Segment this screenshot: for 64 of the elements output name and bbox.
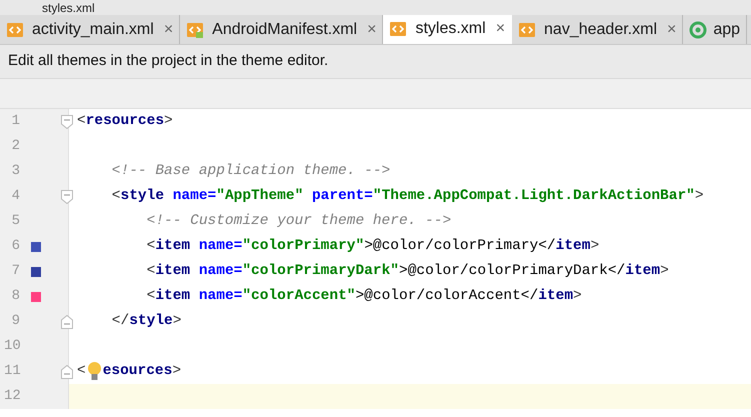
code-token: "colorPrimaryDark" (242, 262, 399, 281)
line-number: 6 (10, 237, 20, 256)
code-token: resources (86, 112, 164, 131)
code-token: parent= (310, 186, 373, 206)
code-token: name= (198, 286, 242, 306)
fold-marker-icon[interactable] (61, 364, 73, 378)
code-token: >@color/colorPrimary</ (364, 236, 556, 256)
code-token: item (155, 236, 190, 256)
code-token: < (146, 236, 156, 256)
line-number: 11 (4, 362, 20, 381)
fold-marker-icon[interactable] (61, 190, 73, 204)
code-token: > (660, 262, 669, 281)
code-token: < (110, 186, 121, 206)
code-token: < (146, 262, 156, 281)
line-number: 5 (10, 212, 20, 231)
code-token: >@color/colorAccent</ (355, 286, 538, 306)
code-comment: <!-- Customize your theme here. --> (146, 212, 452, 231)
breadcrumb[interactable]: styles.xml (42, 0, 95, 14)
editor-tab[interactable]: styles.xml × (383, 15, 512, 44)
line-number: 1 (10, 112, 20, 131)
code-token: "AppTheme" (216, 186, 304, 206)
code-token: > (694, 186, 704, 206)
lightbulb-icon[interactable] (86, 360, 103, 382)
close-icon[interactable]: × (667, 18, 676, 42)
code-token: > (164, 112, 173, 131)
line-number: 7 (10, 262, 20, 281)
code-token: item (155, 262, 190, 281)
line-number: 2 (10, 137, 20, 156)
code-token: esources (102, 362, 172, 381)
code-token: < (146, 286, 156, 306)
line-number: 10 (4, 337, 20, 356)
code-token: name= (172, 186, 216, 206)
code-token: > (172, 312, 182, 331)
code-comment: <!-- Base application theme. --> (110, 162, 390, 181)
line-number: 3 (10, 162, 20, 181)
fold-marker-icon[interactable] (61, 114, 73, 128)
code-token: > (172, 362, 182, 381)
close-icon[interactable]: × (496, 16, 506, 40)
code-token: > (590, 236, 600, 256)
code-token: > (573, 286, 582, 306)
code-token: style (129, 312, 173, 331)
code-token: name= (198, 236, 242, 256)
line-number: 4 (10, 187, 20, 206)
code-token: name= (198, 262, 242, 281)
fold-marker-icon[interactable] (61, 314, 73, 328)
code-token: < (77, 362, 86, 381)
line-number: 12 (4, 387, 20, 406)
code-token: "Theme.AppCompat.Light.DarkActionBar" (372, 186, 695, 206)
line-number: 9 (10, 312, 20, 331)
code-token: </ (110, 312, 130, 331)
code-token: >@color/colorPrimaryDark</ (399, 262, 626, 281)
code-token: item (556, 236, 590, 256)
module-icon (689, 20, 708, 38)
line-number: 8 (10, 287, 20, 306)
code-token: item (155, 286, 190, 306)
code-token: < (77, 112, 86, 131)
close-icon[interactable]: × (164, 18, 174, 42)
code-token: item (538, 286, 574, 306)
code-token: item (625, 262, 660, 281)
banner-text: Edit all themes in the project in the theme editor. (8, 51, 328, 72)
code-token: "colorPrimary" (242, 236, 364, 256)
code-token: "colorAccent" (242, 286, 356, 306)
close-icon[interactable]: × (367, 18, 376, 42)
code-token: style (120, 186, 164, 206)
